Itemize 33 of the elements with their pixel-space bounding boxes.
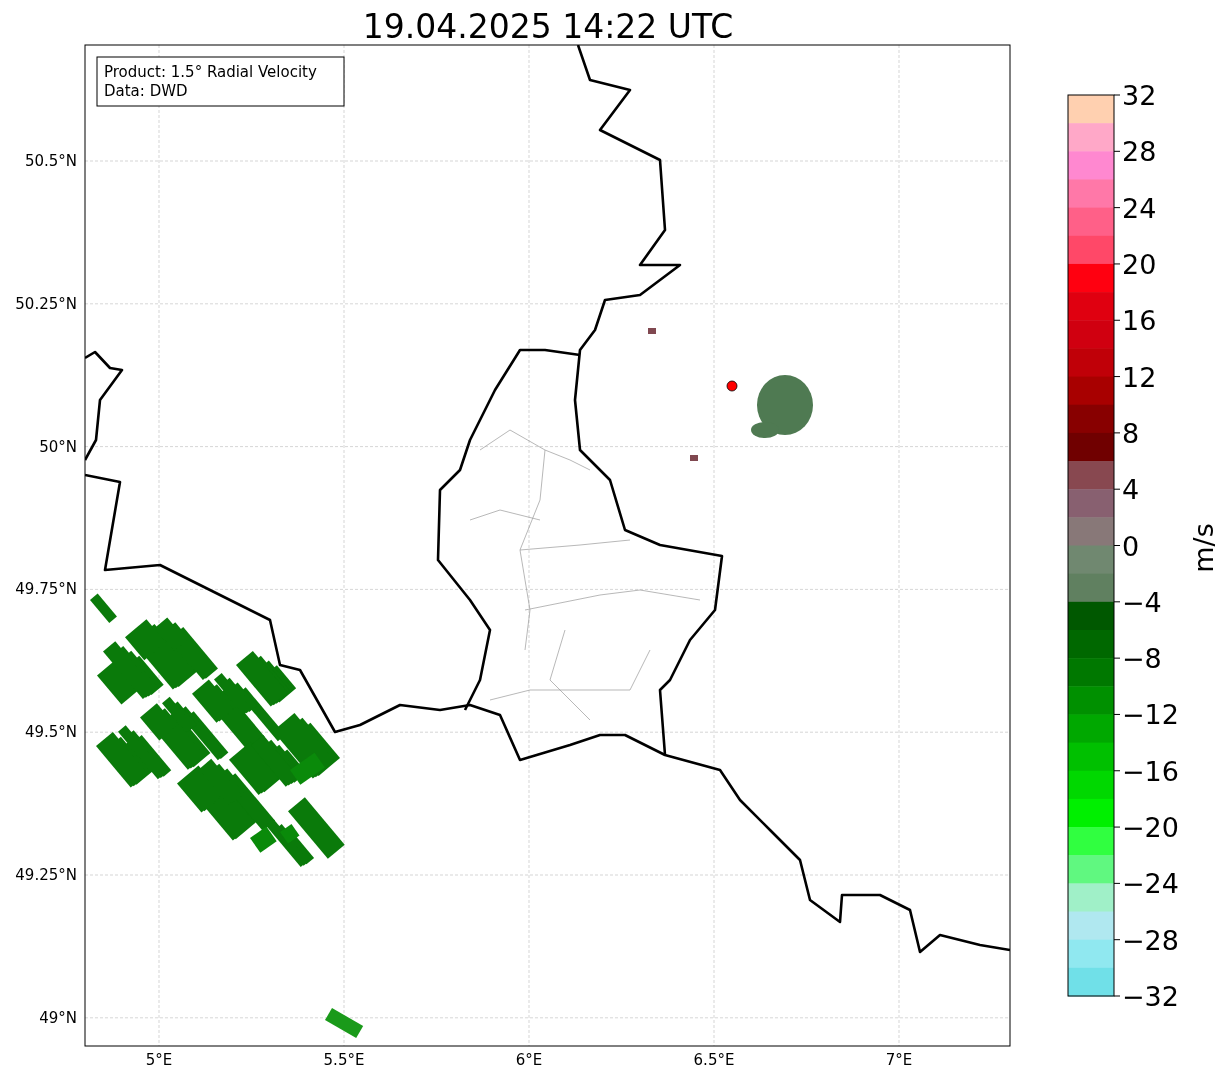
colorbar-tick-label: 8 — [1122, 417, 1140, 449]
colorbar-tick-label: −24 — [1122, 868, 1179, 900]
axis-tick-label: 7°E — [885, 1051, 913, 1069]
axis-tick-label: 6°E — [515, 1051, 543, 1069]
colorbar-tick-label: 4 — [1122, 474, 1140, 506]
colorbar-tick-label: −4 — [1122, 586, 1162, 618]
colorbar-tick-label: 12 — [1122, 361, 1157, 393]
colorbar-label: m/s — [1188, 523, 1219, 573]
axis-tick-label: 5°E — [145, 1051, 173, 1069]
axis-tick-label: 50.25°N — [15, 294, 77, 313]
colorbar-tick-label: −20 — [1122, 812, 1179, 844]
axis-tick-label: 49.5°N — [24, 723, 77, 742]
axis-tick-label: 49.25°N — [15, 866, 77, 884]
colorbar-tick-label: −32 — [1122, 981, 1179, 1012]
axis-tick-label: 6.5°E — [693, 1051, 735, 1069]
colorbar-tick-label: −12 — [1122, 699, 1179, 731]
colorbar-tick-label: 0 — [1122, 530, 1140, 562]
colorbar-tick-label: 20 — [1122, 248, 1157, 280]
info-text: Data: DWD — [104, 82, 188, 100]
chart-title: 19.04.2025 14:22 UTC — [362, 7, 734, 46]
colorbar-tick-label: 24 — [1122, 192, 1157, 224]
axis-tick-label: 49°N — [39, 1008, 77, 1027]
colorbar-tick-label: 28 — [1122, 136, 1157, 168]
colorbar-tick-label: 16 — [1122, 305, 1157, 337]
axis-tick-label: 49.75°N — [15, 580, 77, 599]
colorbar-tick-label: −8 — [1122, 643, 1162, 675]
axis-tick-label: 50°N — [39, 437, 77, 456]
colorbar-tick-label: −28 — [1122, 924, 1179, 956]
axis-tick-label: 50.5°N — [24, 152, 77, 170]
colorbar-tick-label: 32 — [1122, 80, 1157, 111]
colorbar-tick-label: −16 — [1122, 755, 1179, 787]
info-text: Product: 1.5° Radial Velocity — [104, 63, 317, 81]
axis-tick-label: 5.5°E — [323, 1051, 365, 1069]
